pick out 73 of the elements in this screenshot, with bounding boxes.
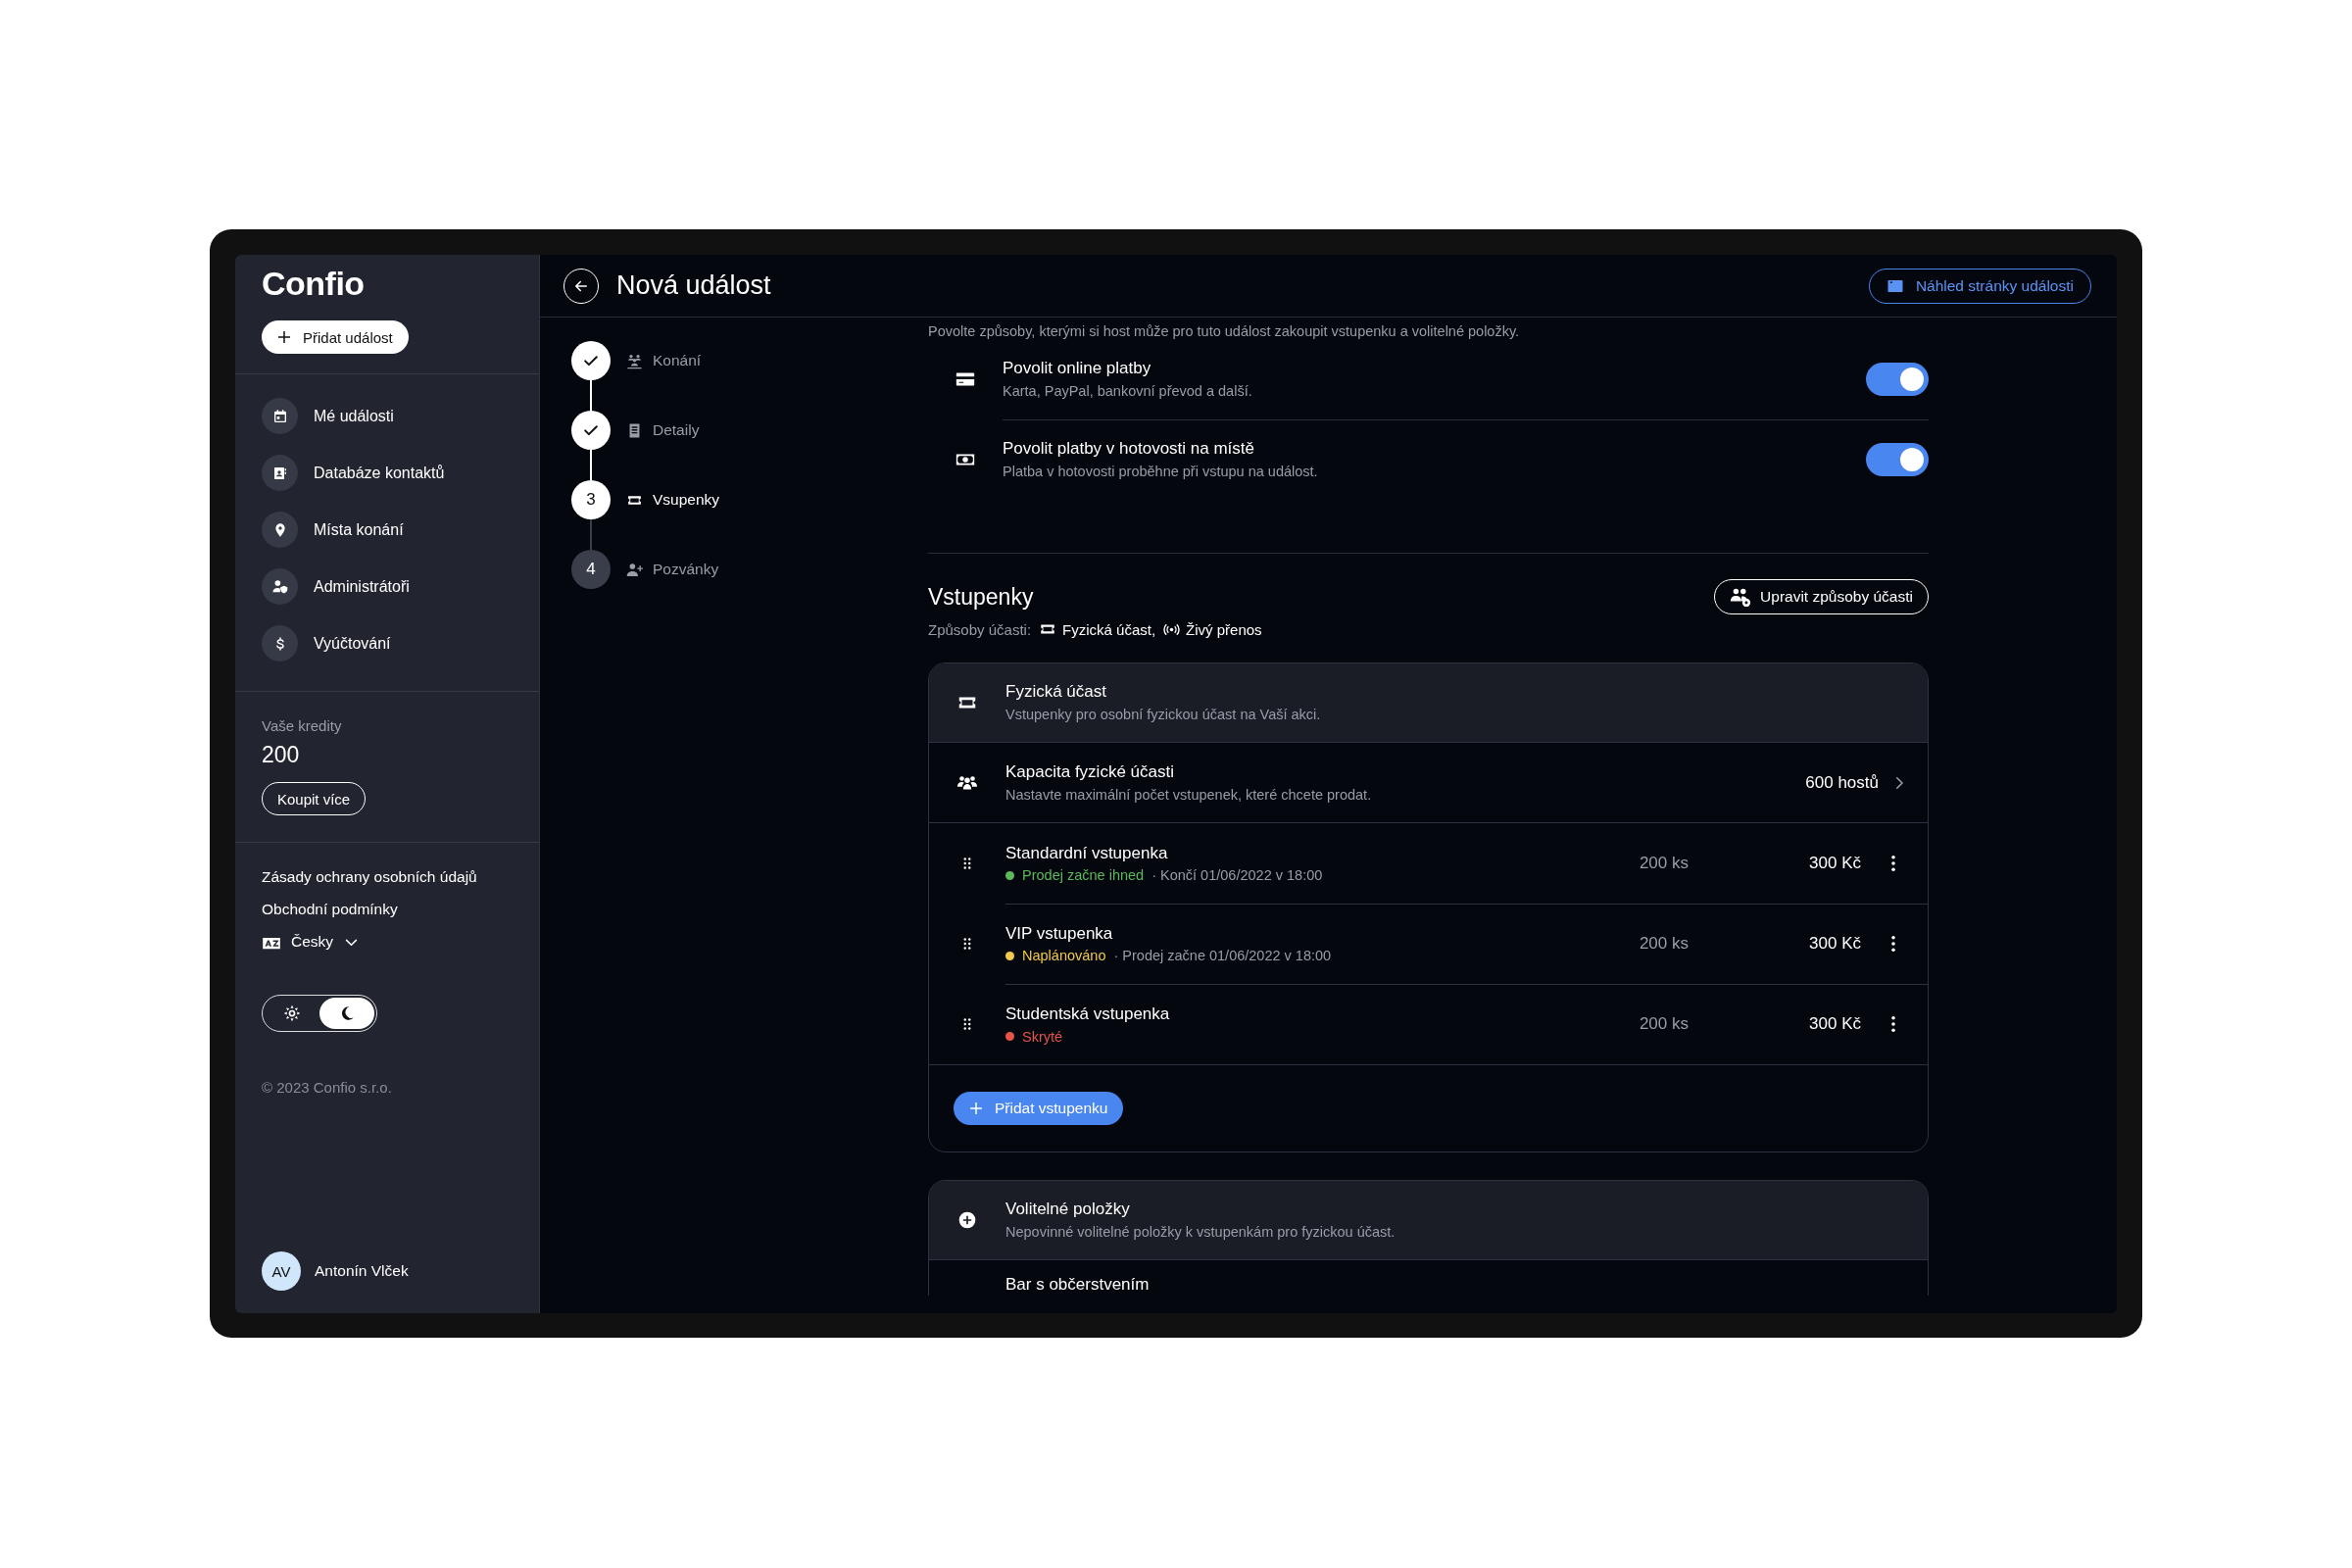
credits-value: 200 — [262, 742, 300, 768]
plus-icon — [967, 1100, 985, 1117]
sun-icon — [283, 1004, 301, 1022]
step-label[interactable]: Pozvánky — [626, 550, 719, 589]
calendar-icon — [271, 408, 288, 424]
step-label[interactable]: Detaily — [626, 411, 700, 450]
footer-link[interactable]: Obchodní podmínky — [262, 901, 398, 918]
attendance-mode: Fyzická účast, — [1062, 620, 1156, 638]
more-options-icon — [1891, 855, 1895, 871]
user-avatar: AV — [262, 1251, 301, 1291]
ticket-schedule: · Prodej začne 01/06/2022 v 18:00 — [1113, 948, 1332, 964]
ticket-name: Standardní vstupenka — [1005, 842, 1169, 864]
ticket-quantity: 200 ks — [1638, 933, 1689, 954]
option-subtitle: Platba v hotovosti proběhne při vstupu na událost. — [1003, 463, 1319, 481]
ticket-price: 300 Kč — [1808, 1014, 1861, 1034]
step-label[interactable]: Konání — [626, 341, 702, 380]
plus-icon — [275, 328, 293, 346]
credits-label: Vaše kredity — [262, 716, 342, 734]
add-event-button[interactable]: Přidat událost — [262, 320, 409, 354]
card-title: Fyzická účast — [1005, 681, 1107, 704]
step-number[interactable]: 3 — [571, 480, 611, 519]
item-name: Bar s občerstvením — [1005, 1274, 1150, 1296]
plus-circle-icon — [957, 1210, 977, 1230]
toggle-switch[interactable] — [1866, 443, 1929, 476]
step-done-circle[interactable] — [571, 341, 611, 380]
capacity-subtitle: Nastavte maximální počet vstupenek, které chcete prodat. — [1005, 785, 1373, 805]
section-description: Povolte způsoby, kterými si host může pro tuto událost zakoupit vstupenku a volitelné položky. — [928, 322, 1520, 339]
card-subtitle: Nepovinné volitelné položky k vstupenkám pro fyzickou účast. — [1005, 1223, 1396, 1242]
nav-item[interactable]: Místa konání — [262, 512, 404, 548]
step-label[interactable]: Vsupenky — [626, 480, 720, 519]
attendance-mode: Živý přenos — [1186, 620, 1262, 638]
more-options-icon — [1891, 935, 1895, 952]
nav-item[interactable]: Vyúčtování — [262, 625, 391, 662]
attendance-label: Způsoby účasti: — [928, 620, 1032, 638]
ticket-status: Skryté — [1022, 1028, 1063, 1045]
capacity-row[interactable]: Kapacita fyzické účasti Nastavte maximální počet vstupenek, které chcete prodat. 600 hostů — [929, 743, 1928, 823]
card-title: Volitelné položky — [1005, 1199, 1131, 1221]
capacity-value: 600 hostů — [1805, 772, 1879, 793]
footer-link[interactable]: Zásady ochrany osobních údajů — [262, 868, 477, 886]
user-shield-icon — [271, 578, 288, 595]
ticket-status: Prodej začne ihned — [1022, 867, 1145, 884]
copyright-text: © 2023 Confio s.r.o. — [262, 1079, 392, 1096]
ticket-status: Naplánováno — [1022, 948, 1106, 964]
ticket-name: Studentská vstupenka — [1005, 1004, 1171, 1026]
ticket-name: VIP vstupenka — [1005, 922, 1114, 945]
user-name: Antonín Vlček — [315, 1262, 409, 1280]
contact-card-icon — [271, 465, 288, 481]
option-subtitle: Karta, PayPal, bankovní převod a další. — [1003, 381, 1253, 401]
crowd-icon — [626, 352, 643, 369]
step-number[interactable]: 4 — [571, 550, 611, 589]
option-title: Povolit online platby — [1003, 357, 1152, 379]
theme-option[interactable] — [319, 998, 374, 1029]
nav-item[interactable]: Administrátoři — [262, 568, 410, 605]
toggle-switch[interactable] — [1866, 362, 1929, 396]
step-done-circle[interactable] — [571, 411, 611, 450]
page-title: Nová událost — [616, 270, 771, 301]
person-add-icon — [626, 561, 643, 578]
ticket-quantity: 200 ks — [1638, 1014, 1689, 1034]
card-subtitle: Vstupenky pro osobní fyzickou účast na Vaší akci. — [1005, 706, 1321, 724]
ticket-price: 300 Kč — [1808, 853, 1861, 873]
app-logo: Confio — [262, 264, 365, 303]
ticket-price: 300 Kč — [1808, 933, 1861, 954]
ticket-quantity: 200 ks — [1638, 853, 1689, 873]
nav-item[interactable]: Mé události — [262, 398, 394, 434]
people-gear-icon — [1730, 586, 1752, 608]
section-title: Vstupenky — [928, 583, 1034, 611]
ticket-schedule: · Končí 01/06/2022 v 18:00 — [1152, 867, 1323, 884]
language-selector[interactable]: Česky — [262, 933, 361, 951]
nav-item[interactable]: Databáze kontaktů — [262, 455, 445, 491]
more-options-icon — [1891, 1016, 1895, 1032]
capacity-title: Kapacita fyzické účasti — [1005, 760, 1175, 783]
add-ticket-button[interactable]: Přidat vstupenku — [954, 1092, 1124, 1125]
option-title: Povolit platby v hotovosti na místě — [1003, 438, 1256, 461]
